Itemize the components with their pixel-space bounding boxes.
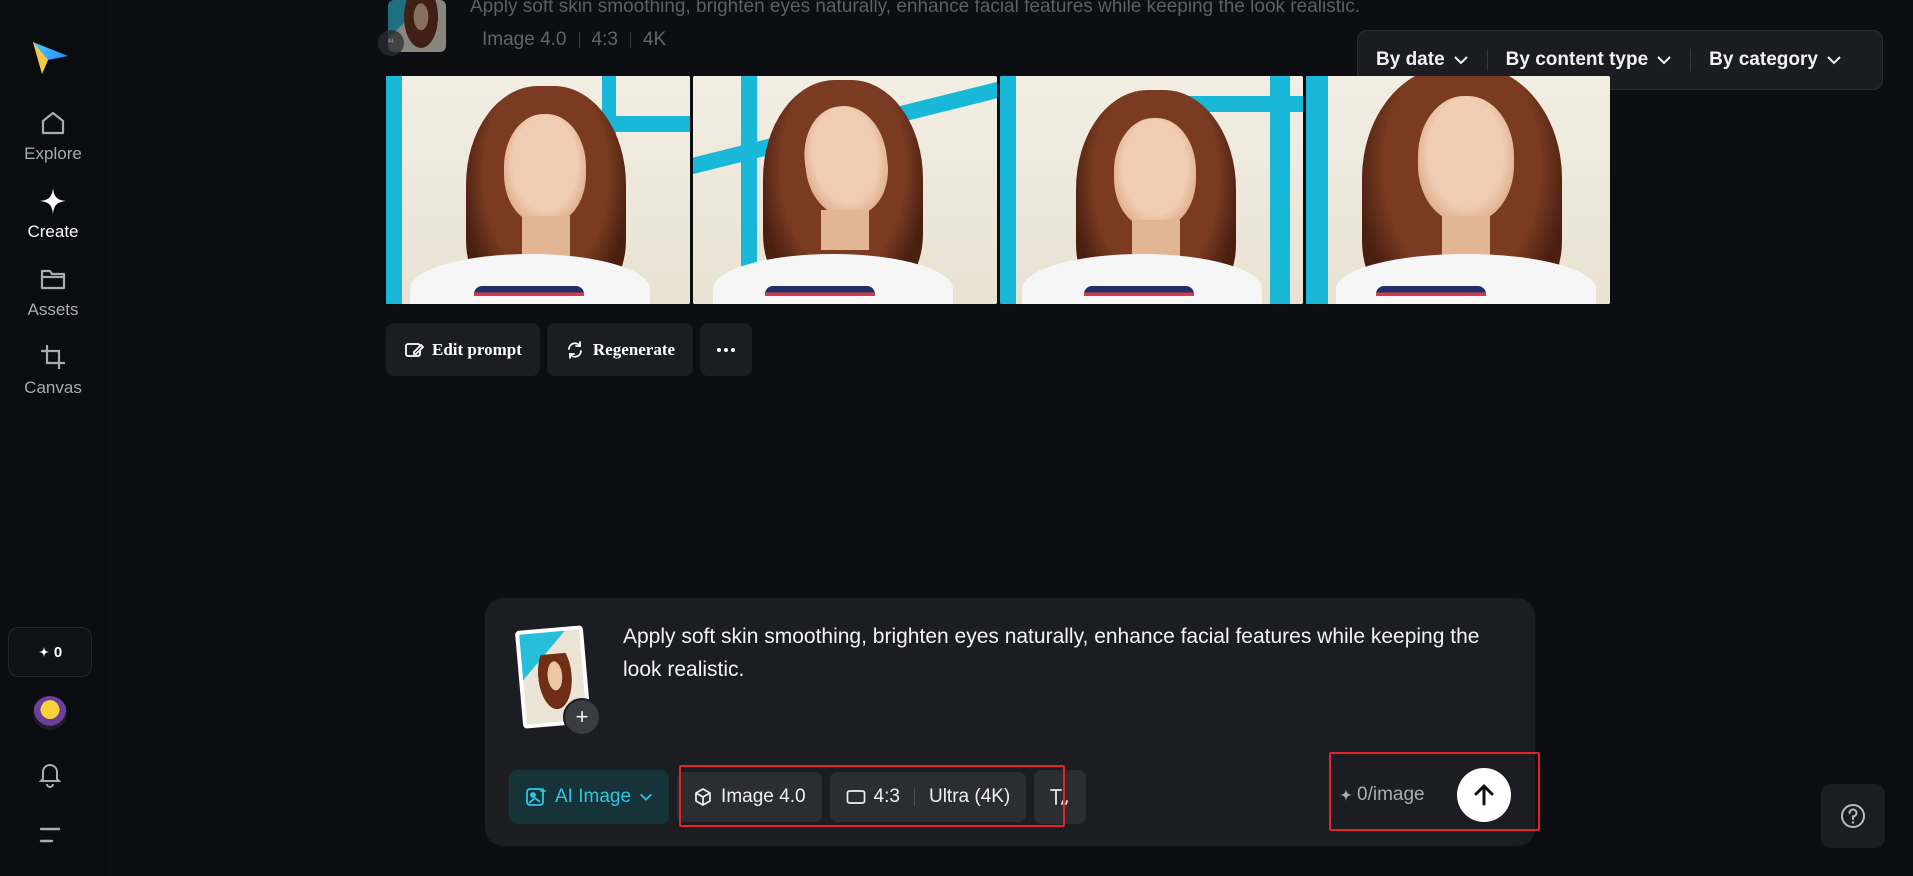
more-options-button[interactable] xyxy=(700,323,753,376)
ratio-quality-selector[interactable]: 4:3 Ultra (4K) xyxy=(829,772,1027,822)
text-style-button[interactable] xyxy=(1034,770,1087,824)
model-label: Image 4.0 xyxy=(721,786,806,807)
ai-image-icon xyxy=(526,787,547,806)
prompt-input[interactable]: Apply soft skin smoothing, brighten eyes… xyxy=(623,620,1503,686)
edit-icon xyxy=(405,342,424,357)
help-button[interactable] xyxy=(1821,784,1885,848)
sidebar-item-create[interactable]: Create xyxy=(0,186,106,242)
sidebar-item-label: Explore xyxy=(24,144,82,163)
regenerate-button[interactable]: Regenerate xyxy=(546,323,694,376)
divider xyxy=(578,32,580,48)
generated-image-grid xyxy=(386,76,1610,304)
edit-prompt-label: Edit prompt xyxy=(432,339,522,359)
sidebar-item-explore[interactable]: Explore xyxy=(0,108,106,164)
chevron-down-icon xyxy=(1657,56,1671,65)
sidebar: Explore Create Assets Canvas 0 xyxy=(0,0,106,876)
generated-image[interactable] xyxy=(692,76,997,304)
add-reference-button[interactable]: + xyxy=(563,698,601,736)
avatar[interactable] xyxy=(33,696,67,730)
generated-image[interactable] xyxy=(1306,76,1610,304)
chevron-down-icon xyxy=(1453,56,1468,65)
edit-prompt-button[interactable]: Edit prompt xyxy=(386,323,540,376)
divider xyxy=(913,788,915,806)
filter-label: By date xyxy=(1376,49,1445,70)
generated-image[interactable] xyxy=(386,76,690,304)
credits-badge[interactable]: 0 xyxy=(8,627,92,677)
home-icon xyxy=(41,111,65,135)
divider xyxy=(629,32,631,48)
filter-label: By content type xyxy=(1505,49,1649,70)
prompt-composer: + Apply soft skin smoothing, brighten ey… xyxy=(485,598,1540,846)
quality-label: Ultra (4K) xyxy=(928,786,1011,807)
mode-label: AI Image xyxy=(555,786,632,807)
ratio-label: 4:3 xyxy=(873,786,900,807)
filter-by-date[interactable]: By date xyxy=(1376,49,1488,71)
composer-toolbar: AI Image Image 4.0 4:3 Ultra (4K) xyxy=(509,770,1087,824)
generation-cost: 0/image xyxy=(1339,784,1425,806)
text-style-icon xyxy=(1050,789,1069,805)
menu-icon[interactable] xyxy=(38,824,62,846)
sidebar-item-canvas[interactable]: Canvas xyxy=(0,342,106,398)
chevron-down-icon xyxy=(1827,56,1841,65)
more-horizontal-icon xyxy=(717,347,736,352)
filter-by-content-type[interactable]: By content type xyxy=(1506,49,1692,71)
mode-selector[interactable]: AI Image xyxy=(509,770,670,824)
history-meta: Image 4.0 4:3 4K xyxy=(482,29,666,51)
model-selector[interactable]: Image 4.0 xyxy=(677,772,822,822)
generate-button[interactable] xyxy=(1457,768,1511,822)
history-ratio: 4:3 xyxy=(591,29,618,50)
bell-icon[interactable] xyxy=(36,760,64,788)
regenerate-label: Regenerate xyxy=(592,339,676,359)
cost-label: 0/image xyxy=(1357,784,1425,805)
history-model: Image 4.0 xyxy=(482,29,567,50)
crop-icon xyxy=(41,345,65,369)
image-actions: Edit prompt Regenerate xyxy=(386,323,753,376)
filter-by-category[interactable]: By category xyxy=(1709,49,1842,71)
arrow-up-icon xyxy=(1474,784,1494,806)
plus-icon: + xyxy=(575,704,589,729)
sidebar-item-assets[interactable]: Assets xyxy=(0,264,106,320)
cube-icon xyxy=(695,788,711,806)
help-icon xyxy=(1841,804,1865,828)
sparkle-icon xyxy=(1339,788,1353,802)
sidebar-item-label: Canvas xyxy=(24,378,82,397)
sidebar-item-label: Assets xyxy=(27,300,79,319)
history-prompt-text: Apply soft skin smoothing, brighten eyes… xyxy=(470,0,1360,17)
filter-label: By category xyxy=(1709,49,1818,70)
history-resolution: 4K xyxy=(642,29,667,50)
chevron-down-icon xyxy=(640,793,652,801)
folder-icon xyxy=(40,269,66,290)
generated-image[interactable] xyxy=(999,76,1304,304)
sparkle-icon xyxy=(38,646,50,658)
aspect-ratio-icon xyxy=(846,790,865,804)
app-logo-icon[interactable] xyxy=(30,38,70,78)
sidebar-item-label: Create xyxy=(27,222,79,241)
quote-icon: “ xyxy=(378,30,404,56)
sparkle-icon xyxy=(40,188,66,214)
refresh-icon xyxy=(568,340,582,359)
credits-count: 0 xyxy=(53,643,63,661)
